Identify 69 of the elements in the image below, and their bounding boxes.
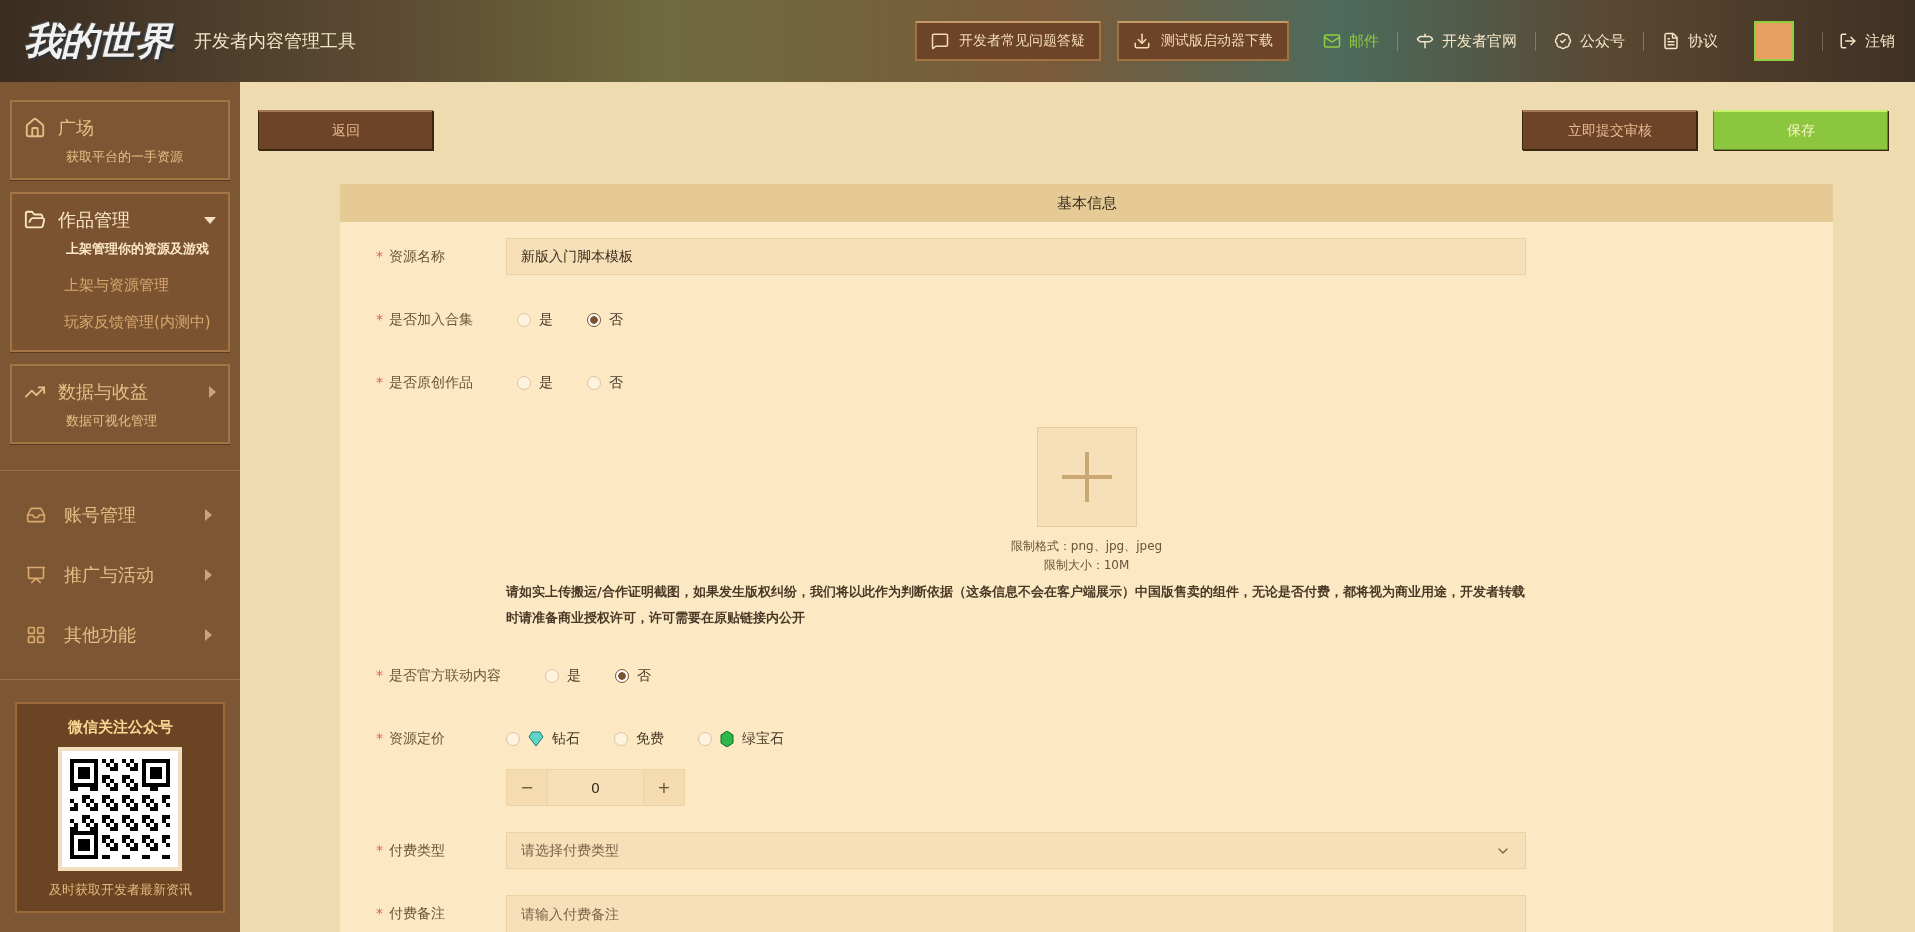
radio-option[interactable]: 是 <box>545 666 581 685</box>
input-field[interactable]: 新版入门脚本模板 <box>506 238 1526 275</box>
header-link[interactable]: 邮件 <box>1305 31 1397 51</box>
image-upload[interactable] <box>1036 427 1137 527</box>
sidebar-card[interactable]: 数据与收益 数据可视化管理 <box>10 364 230 444</box>
app-title: 开发者内容管理工具 <box>194 29 356 53</box>
sidebar-item[interactable]: 账号管理 <box>10 485 230 545</box>
radio-option[interactable]: 是 <box>517 373 553 392</box>
upload-hint: 限制格式：png、jpg、jpeg <box>1010 538 1163 555</box>
plus-icon <box>1061 452 1112 502</box>
board-icon <box>26 565 46 585</box>
field-label: * 付费类型 <box>375 841 446 860</box>
badge-icon <box>1554 32 1572 50</box>
header-button[interactable]: 开发者常见问题答疑 <box>915 21 1101 61</box>
diamond-icon <box>528 730 544 747</box>
qr-title: 微信关注公众号 <box>67 718 173 737</box>
qr-caption: 及时获取开发者最新资讯 <box>48 881 192 899</box>
download-icon <box>1133 32 1151 50</box>
folder-icon <box>24 209 46 231</box>
header-link[interactable]: 协议 <box>1643 31 1736 51</box>
textarea-field[interactable]: 请输入付费备注 <box>506 895 1526 932</box>
decrement-button[interactable]: − <box>507 770 547 805</box>
logout-link[interactable]: 注销 <box>1822 31 1895 51</box>
copyright-notice: 请如实上传搬运/合作证明截图，如果发生版权纠纷，我们将以此作为判断依据（这条信息不会在客户端展示）中国版售卖的组件，无论是否付费，都将视为商业用途，开发者转载时请准备商业授权许可，许可需要在原贴链接内公开 <box>506 583 1526 627</box>
radio-option[interactable]: 钻石 <box>506 729 580 748</box>
radio-option[interactable]: 否 <box>615 666 651 685</box>
header-button[interactable]: 测试版启动器下载 <box>1117 21 1289 61</box>
sidebar-card-subtitle: 上架管理你的资源及游戏 <box>66 240 210 258</box>
header-link[interactable]: 开发者官网 <box>1397 31 1535 51</box>
avatar[interactable] <box>1754 21 1794 61</box>
submit-button[interactable]: 立即提交审核 <box>1522 110 1697 150</box>
logo: 我的世界 <box>24 16 172 65</box>
logout-icon <box>1839 32 1857 50</box>
upload-hint: 限制大小：10M <box>1043 557 1130 574</box>
sidebar-subitem[interactable]: 上架与资源管理 <box>64 276 216 295</box>
grid-icon <box>26 625 46 645</box>
radio-option[interactable]: 是 <box>517 310 553 329</box>
field-label: * 是否原创作品 <box>375 373 474 392</box>
mail-icon <box>1323 32 1341 50</box>
sidebar-subitem[interactable]: 玩家反馈管理(内测中) <box>64 313 216 332</box>
radio-option[interactable]: 免费 <box>614 729 664 748</box>
radio-option[interactable]: 否 <box>587 373 623 392</box>
field-label: * 资源名称 <box>375 247 446 266</box>
inbox-icon <box>26 505 46 525</box>
emerald-icon <box>720 730 734 747</box>
field-label: * 是否加入合集 <box>375 310 474 329</box>
sidebar-card-subtitle: 获取平台的一手资源 <box>66 148 184 166</box>
sidebar-card-title: 作品管理 <box>58 208 131 232</box>
sidebar-card[interactable]: 作品管理 上架管理你的资源及游戏 上架与资源管理 玩家反馈管理(内测中) <box>10 192 230 352</box>
sidebar-item[interactable]: 其他功能 <box>10 605 230 665</box>
chat-icon <box>931 32 949 50</box>
sidebar-card-title: 广场 <box>58 116 95 140</box>
document-icon <box>1662 32 1680 50</box>
home-icon <box>24 117 46 139</box>
signpost-icon <box>1416 32 1434 50</box>
field-label: * 是否官方联动内容 <box>375 666 502 685</box>
radio-option[interactable]: 绿宝石 <box>698 729 784 748</box>
back-button[interactable]: 返回 <box>258 110 433 150</box>
sidebar-card-title: 数据与收益 <box>58 380 149 404</box>
sidebar-item[interactable]: 推广与活动 <box>10 545 230 605</box>
header-link[interactable]: 公众号 <box>1535 31 1643 51</box>
radio-option[interactable]: 否 <box>587 310 623 329</box>
form-header: 基本信息 <box>340 184 1833 222</box>
field-label: * 资源定价 <box>375 729 446 748</box>
sidebar-card-subtitle: 数据可视化管理 <box>66 412 158 430</box>
select-field[interactable]: 请选择付费类型 <box>506 832 1526 869</box>
sidebar-card[interactable]: 广场 获取平台的一手资源 <box>10 100 230 180</box>
field-label: * 付费备注 <box>375 904 446 923</box>
increment-button[interactable]: + <box>644 770 684 805</box>
